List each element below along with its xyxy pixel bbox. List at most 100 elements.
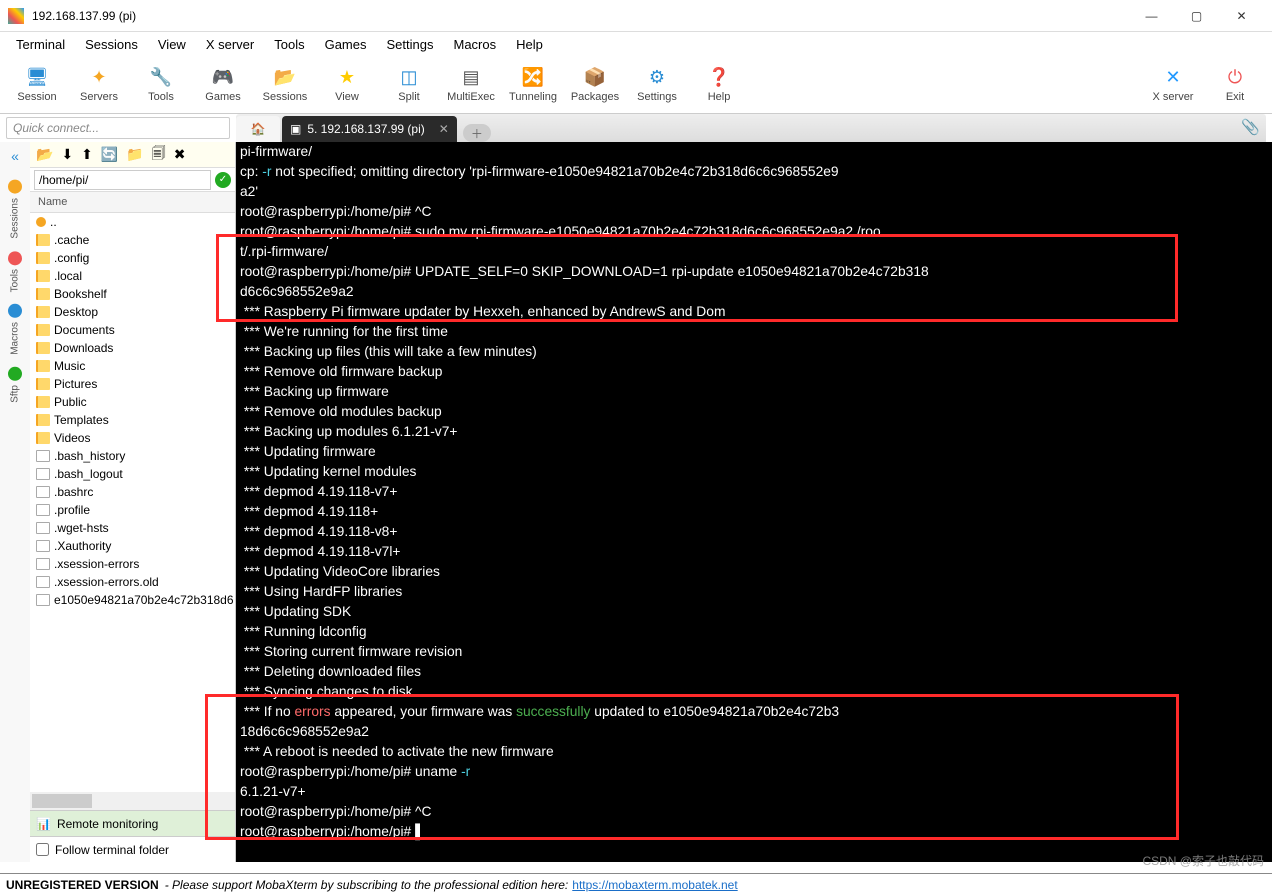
sftp-toolbar-icon-6[interactable]: ✖ <box>174 146 186 163</box>
sessions-button[interactable]: 📂Sessions <box>254 58 316 112</box>
tabstrip: 🏠 ▣5. 192.168.137.99 (pi)✕ ＋ 📎 <box>236 114 1266 142</box>
file-row[interactable]: Music <box>30 357 235 375</box>
view-icon: ★ <box>336 67 358 89</box>
file-row[interactable]: Downloads <box>30 339 235 357</box>
file-row[interactable]: .profile <box>30 501 235 519</box>
folder-icon <box>36 342 50 354</box>
folder-icon <box>36 396 50 408</box>
file-row[interactable]: .Xauthority <box>30 537 235 555</box>
file-name: .bash_logout <box>54 467 123 481</box>
dot-icon <box>36 217 46 227</box>
file-row[interactable]: e1050e94821a70b2e4c72b318d6 <box>30 591 235 609</box>
quickconnect-row: Quick connect... 🏠 ▣5. 192.168.137.99 (pi… <box>0 114 1272 142</box>
sftp-toolbar-icon-0[interactable]: 📂 <box>36 146 53 163</box>
menu-terminal[interactable]: Terminal <box>8 35 77 54</box>
terminal-area[interactable]: pi-firmware/cp: -r not specified; omitti… <box>236 142 1272 862</box>
file-row[interactable]: Bookshelf <box>30 285 235 303</box>
tab-home[interactable]: 🏠 <box>236 116 280 142</box>
sftp-toolbar-icon-5[interactable]: 🗐 <box>152 143 166 167</box>
follow-checkbox[interactable] <box>36 843 49 856</box>
menu-sessions[interactable]: Sessions <box>77 35 150 54</box>
file-name: Pictures <box>54 377 97 391</box>
collapse-icon[interactable]: « <box>11 148 19 164</box>
sftp-hscroll[interactable] <box>30 792 235 810</box>
filelist-header[interactable]: Name <box>30 192 235 213</box>
sftp-toolbar-icon-2[interactable]: ⬆ <box>81 146 93 163</box>
view-button[interactable]: ★View <box>316 58 378 112</box>
rail-tools[interactable]: Tools <box>8 245 22 298</box>
sftp-path-row: ✓ <box>30 168 235 192</box>
file-row[interactable]: Pictures <box>30 375 235 393</box>
x-server-button[interactable]: ✕X server <box>1142 58 1204 112</box>
status-link[interactable]: https://mobaxterm.mobatek.net <box>572 878 737 892</box>
menu-x-server[interactable]: X server <box>198 35 266 54</box>
file-icon <box>36 576 50 588</box>
menu-settings[interactable]: Settings <box>379 35 446 54</box>
help-button[interactable]: ❓Help <box>688 58 750 112</box>
clip-icon[interactable]: 📎 <box>1241 118 1260 136</box>
minimize-button[interactable]: — <box>1129 1 1174 31</box>
file-icon <box>36 468 50 480</box>
file-name: .config <box>54 251 89 265</box>
file-name: .. <box>50 215 57 229</box>
file-row[interactable]: .wget-hsts <box>30 519 235 537</box>
rail-label: Sftp <box>10 385 21 403</box>
tunneling-button[interactable]: 🔀Tunneling <box>502 58 564 112</box>
rail-label: Tools <box>10 269 21 292</box>
terminal-output[interactable]: pi-firmware/cp: -r not specified; omitti… <box>236 142 1272 842</box>
rail-label: Sessions <box>10 198 21 239</box>
menu-view[interactable]: View <box>150 35 198 54</box>
file-row[interactable]: Templates <box>30 411 235 429</box>
tab-5. 192.168.137.99 (pi)[interactable]: ▣5. 192.168.137.99 (pi)✕ <box>282 116 457 142</box>
split-button[interactable]: ◫Split <box>378 58 440 112</box>
tab-new[interactable]: ＋ <box>463 124 491 142</box>
file-row[interactable]: Public <box>30 393 235 411</box>
sftp-toolbar-icon-1[interactable]: ⬇ <box>61 146 73 163</box>
file-name: .bash_history <box>54 449 125 463</box>
menu-games[interactable]: Games <box>317 35 379 54</box>
status-text: - Please support MobaXterm by subscribin… <box>165 878 569 892</box>
sftp-path-input[interactable] <box>34 170 211 190</box>
rail-sessions[interactable]: Sessions <box>8 174 22 245</box>
multiexec-button[interactable]: ▤MultiExec <box>440 58 502 112</box>
folder-icon <box>36 234 50 246</box>
settings-button[interactable]: ⚙Settings <box>626 58 688 112</box>
tools-button[interactable]: 🔧Tools <box>130 58 192 112</box>
games-button[interactable]: 🎮Games <box>192 58 254 112</box>
quickconnect-input[interactable]: Quick connect... <box>6 117 230 139</box>
file-row[interactable]: Documents <box>30 321 235 339</box>
remote-monitoring-button[interactable]: 📊 Remote monitoring <box>30 810 235 836</box>
file-row[interactable]: .bash_logout <box>30 465 235 483</box>
menu-help[interactable]: Help <box>508 35 555 54</box>
file-row[interactable]: .bash_history <box>30 447 235 465</box>
sftp-toolbar-icon-3[interactable]: 🔄 <box>101 146 118 163</box>
file-row[interactable]: .cache <box>30 231 235 249</box>
servers-button[interactable]: ✦Servers <box>68 58 130 112</box>
sftp-filelist[interactable]: Name .. .cache .config .local Bookshelf Deskt… <box>30 192 235 792</box>
file-row[interactable]: .config <box>30 249 235 267</box>
file-row[interactable]: Videos <box>30 429 235 447</box>
follow-folder-option[interactable]: Follow terminal folder <box>30 836 235 862</box>
exit-button[interactable]: ⏻Exit <box>1204 58 1266 112</box>
file-row[interactable]: Desktop <box>30 303 235 321</box>
file-row[interactable]: .. <box>30 213 235 231</box>
session-button[interactable]: 🖥Session <box>6 58 68 112</box>
packages-button[interactable]: 📦Packages <box>564 58 626 112</box>
toolbar-label: Packages <box>571 91 619 103</box>
file-row[interactable]: .bashrc <box>30 483 235 501</box>
rail-icon <box>8 251 22 265</box>
file-name: Bookshelf <box>54 287 107 301</box>
menu-macros[interactable]: Macros <box>445 35 508 54</box>
close-button[interactable]: ✕ <box>1219 1 1264 31</box>
file-row[interactable]: .xsession-errors.old <box>30 573 235 591</box>
tab-close-icon[interactable]: ✕ <box>439 122 449 136</box>
maximize-button[interactable]: ▢ <box>1174 1 1219 31</box>
file-row[interactable]: .xsession-errors <box>30 555 235 573</box>
file-row[interactable]: .local <box>30 267 235 285</box>
toolbar-label: Servers <box>80 91 118 103</box>
tab-icon: 🏠 <box>251 122 266 136</box>
menu-tools[interactable]: Tools <box>266 35 316 54</box>
sftp-toolbar-icon-4[interactable]: 📁 <box>126 146 143 163</box>
rail-sftp[interactable]: Sftp <box>8 361 22 409</box>
rail-macros[interactable]: Macros <box>8 298 22 361</box>
